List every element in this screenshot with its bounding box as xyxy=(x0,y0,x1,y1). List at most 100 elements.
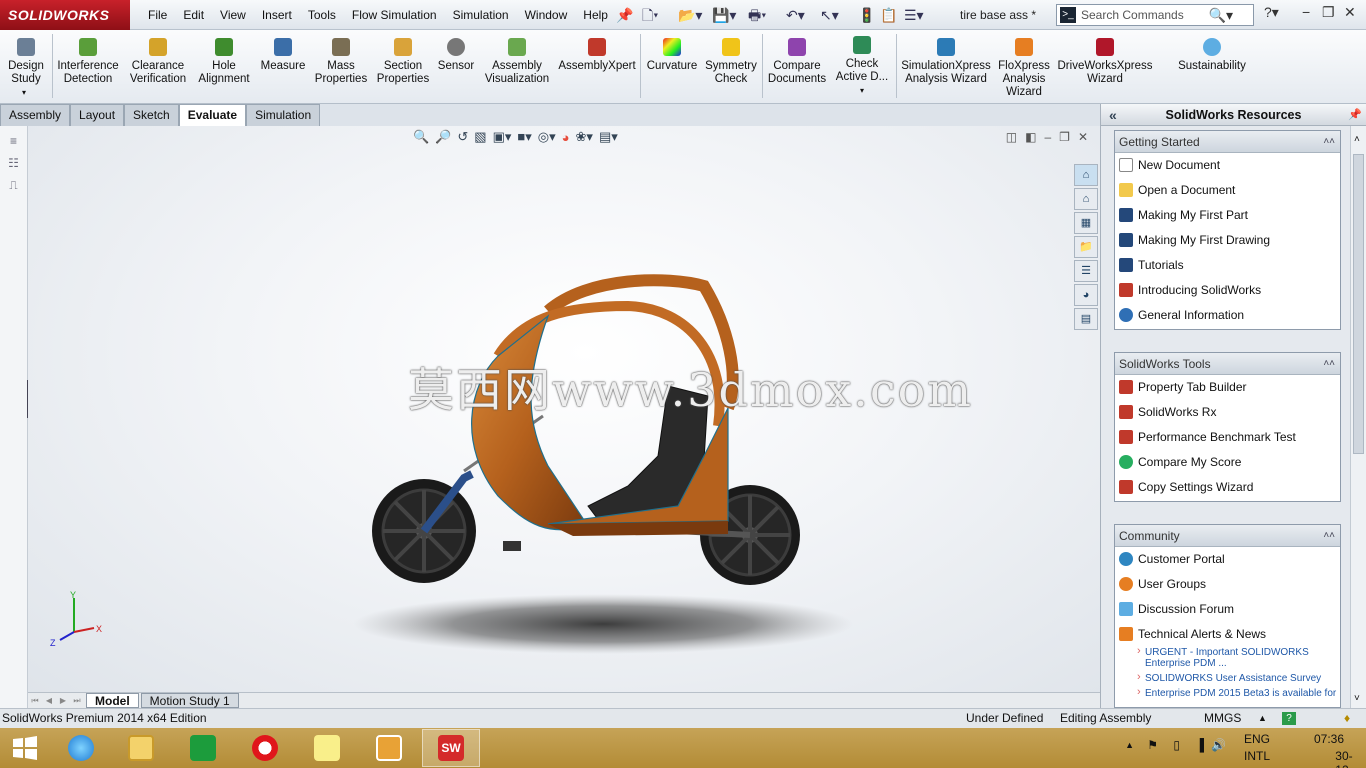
search-commands-input[interactable]: >_ Search Commands 🔍▾ xyxy=(1056,4,1254,26)
clearance-verification-button[interactable]: Clearance Verification xyxy=(126,30,190,104)
symmetry-check-button[interactable]: Symmetry Check xyxy=(704,30,758,104)
news-link[interactable]: Enterprise PDM 2015 Beta3 is available f… xyxy=(1115,687,1340,699)
interference-detection-button[interactable]: Interference Detection xyxy=(56,30,120,104)
help-icon[interactable]: ?▾ xyxy=(1264,4,1279,21)
property-manager-icon[interactable]: ☷ xyxy=(7,156,21,170)
minimize-icon[interactable]: − xyxy=(1302,4,1310,20)
taskbar-media-player[interactable] xyxy=(360,729,418,767)
taskbar-file-explorer[interactable] xyxy=(112,729,170,767)
chevron-down-icon[interactable]: ▾ xyxy=(832,84,892,97)
compare-documents-button[interactable]: Compare Documents xyxy=(766,30,828,104)
menu-help[interactable]: Help xyxy=(575,0,616,30)
design-library-icon[interactable]: ▦ xyxy=(1074,212,1098,234)
link-technical-alerts[interactable]: Technical Alerts & News xyxy=(1115,622,1340,647)
first-tab-arrow-icon[interactable]: ⏮ xyxy=(28,695,42,707)
action-center-icon[interactable]: ⚑ xyxy=(1147,738,1158,752)
link-compare-my-score[interactable]: Compare My Score xyxy=(1115,450,1340,475)
tag-icon[interactable]: ♦ xyxy=(1344,709,1350,728)
search-icon[interactable]: 🔍▾ xyxy=(1209,5,1233,25)
tab-model[interactable]: Model xyxy=(86,693,139,708)
measure-button[interactable]: Measure xyxy=(258,30,308,104)
link-solidworks-rx[interactable]: SolidWorks Rx xyxy=(1115,400,1340,425)
last-tab-arrow-icon[interactable]: ⏭ xyxy=(70,695,84,707)
menu-edit[interactable]: Edit xyxy=(175,0,212,30)
restore-icon[interactable]: ❐ xyxy=(1322,4,1335,21)
prev-tab-arrow-icon[interactable]: ◀ xyxy=(42,695,56,707)
taskbar-internet-explorer[interactable] xyxy=(52,729,110,767)
clock-time[interactable]: 07:36 xyxy=(1314,732,1344,746)
menu-insert[interactable]: Insert xyxy=(254,0,300,30)
show-hidden-icons[interactable]: ▲ xyxy=(1125,740,1134,750)
news-link[interactable]: URGENT - Important SOLIDWORKS Enterprise… xyxy=(1115,646,1340,669)
link-first-drawing[interactable]: Making My First Drawing xyxy=(1115,228,1340,253)
resources-scrollbar[interactable]: ˄ ˅ xyxy=(1350,126,1366,708)
link-property-tab-builder[interactable]: Property Tab Builder xyxy=(1115,375,1340,400)
news-link[interactable]: SOLIDWORKS User Assistance Survey xyxy=(1115,672,1340,684)
collapse-pane-icon[interactable]: « xyxy=(1109,104,1117,126)
collapse-group-icon[interactable]: ˄˄ xyxy=(1323,131,1335,153)
taskbar-sticky-notes[interactable] xyxy=(298,729,356,767)
graphics-area[interactable]: 🔍 🔎 ↺ ▧ ▣▾ ■▾ ◎▾ ◕ ❀▾ ▤▾ ◫ ◧ ‒ ❐ ✕ 莫西网ww… xyxy=(28,126,1100,692)
menu-view[interactable]: View xyxy=(212,0,254,30)
link-tutorials[interactable]: Tutorials xyxy=(1115,253,1340,278)
group-title[interactable]: SolidWorks Tools ˄˄ xyxy=(1115,353,1340,375)
link-customer-portal[interactable]: Customer Portal xyxy=(1115,547,1340,572)
new-document-icon[interactable]: 🗋▾ xyxy=(642,5,658,25)
sustainability-button[interactable]: Sustainability xyxy=(1172,30,1252,104)
pin-icon[interactable]: 📌 xyxy=(616,5,633,25)
power-icon[interactable]: ▯ xyxy=(1173,738,1180,752)
feature-tree-icon[interactable]: ≡ xyxy=(7,134,21,148)
scroll-down-icon[interactable]: ˅ xyxy=(1354,693,1360,704)
undo-icon[interactable]: ↶▾ xyxy=(786,5,805,25)
unit-dropdown-icon[interactable]: ▲ xyxy=(1258,709,1267,728)
scroll-thumb[interactable] xyxy=(1353,154,1364,454)
menu-window[interactable]: Window xyxy=(517,0,576,30)
sensor-button[interactable]: Sensor xyxy=(434,30,478,104)
link-performance-benchmark[interactable]: Performance Benchmark Test xyxy=(1115,425,1340,450)
view-palette-icon[interactable]: ☰ xyxy=(1074,260,1098,282)
mass-properties-button[interactable]: Mass Properties xyxy=(312,30,370,104)
tab-motion-study-1[interactable]: Motion Study 1 xyxy=(140,693,239,708)
link-introducing-solidworks[interactable]: Introducing SolidWorks xyxy=(1115,278,1340,303)
scroll-up-icon[interactable]: ˄ xyxy=(1354,134,1360,145)
link-general-information[interactable]: General Information xyxy=(1115,303,1340,328)
pin-icon[interactable]: 📌 xyxy=(1348,104,1362,126)
select-arrow-icon[interactable]: ↖▾ xyxy=(820,5,839,25)
save-icon[interactable]: 💾▾ xyxy=(712,5,736,25)
floxpress-button[interactable]: FloXpress Analysis Wizard xyxy=(996,30,1052,104)
configuration-manager-icon[interactable]: ⎍ xyxy=(7,178,21,192)
hole-alignment-button[interactable]: Hole Alignment xyxy=(194,30,254,104)
tab-simulation[interactable]: Simulation xyxy=(246,104,321,126)
link-open-document[interactable]: Open a Document xyxy=(1115,178,1340,203)
home-icon[interactable]: ⌂ xyxy=(1074,188,1098,210)
link-copy-settings-wizard[interactable]: Copy Settings Wizard xyxy=(1115,475,1340,500)
assembly-visualization-button[interactable]: Assembly Visualization xyxy=(482,30,552,104)
network-icon[interactable]: ▐ xyxy=(1195,738,1204,752)
tab-layout[interactable]: Layout xyxy=(70,104,125,126)
options-icon[interactable]: ☰▾ xyxy=(904,5,924,25)
open-folder-icon[interactable]: 📂▾ xyxy=(678,5,702,25)
custom-properties-icon[interactable]: ▤ xyxy=(1074,308,1098,330)
start-button[interactable] xyxy=(0,729,50,767)
clock-date[interactable]: 30-12-2015 xyxy=(1335,749,1362,768)
unit-system[interactable]: MMGS xyxy=(1204,709,1241,728)
driveworksxpress-button[interactable]: DriveWorksXpress Wizard xyxy=(1056,30,1154,104)
curvature-button[interactable]: Curvature xyxy=(644,30,700,104)
chevron-down-icon[interactable]: ▾ xyxy=(22,88,26,97)
language-indicator[interactable]: ENG xyxy=(1244,732,1270,746)
volume-icon[interactable]: 🔊 xyxy=(1211,738,1226,752)
taskbar-solidworks[interactable]: SW xyxy=(422,729,480,767)
assemblyxpert-button[interactable]: AssemblyXpert xyxy=(558,30,636,104)
group-title[interactable]: Community ˄˄ xyxy=(1115,525,1340,547)
tab-assembly[interactable]: Assembly xyxy=(0,104,71,126)
close-icon[interactable]: ✕ xyxy=(1344,4,1356,21)
tab-evaluate[interactable]: Evaluate xyxy=(178,104,247,126)
next-tab-arrow-icon[interactable]: ▶ xyxy=(56,695,70,707)
collapse-group-icon[interactable]: ˄˄ xyxy=(1323,353,1335,375)
menu-tools[interactable]: Tools xyxy=(300,0,344,30)
simulationxpress-button[interactable]: SimulationXpress Analysis Wizard xyxy=(900,30,992,104)
tab-sketch[interactable]: Sketch xyxy=(124,104,179,126)
collapse-group-icon[interactable]: ˄˄ xyxy=(1323,525,1335,547)
menu-simulation[interactable]: Simulation xyxy=(445,0,517,30)
solidworks-logo[interactable]: SOLIDWORKS xyxy=(0,0,130,30)
